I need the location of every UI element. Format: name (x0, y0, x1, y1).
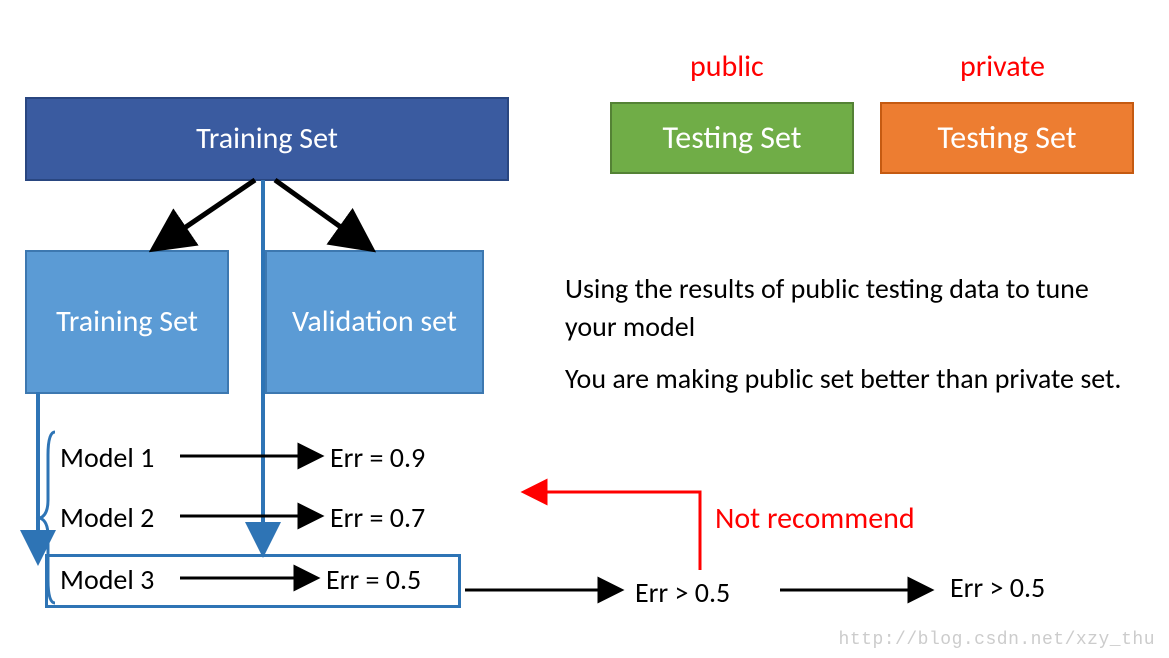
training-set-main-box: Training Set (25, 97, 509, 181)
validation-set-box: Validation set (265, 250, 484, 394)
model-1-label: Model 1 (60, 440, 154, 475)
body-text-1: Using the results of public testing data… (565, 270, 1125, 346)
arrow-split-left-icon (155, 180, 255, 248)
public-label: public (690, 48, 764, 85)
model-2-label: Model 2 (60, 500, 154, 535)
arrow-split-right-icon (275, 180, 370, 248)
training-set-sub-box: Training Set (25, 250, 229, 394)
private-label: private (960, 48, 1045, 85)
testing-set-private-box: Testing Set (880, 102, 1134, 174)
selected-model-outline (45, 554, 461, 608)
err-private-label: Err > 0.5 (950, 570, 1045, 605)
err-2-label: Err = 0.7 (330, 500, 425, 535)
err-public-label: Err > 0.5 (635, 575, 730, 610)
err-1-label: Err = 0.9 (330, 440, 425, 475)
testing-set-public-box: Testing Set (610, 102, 854, 174)
body-text-2: You are making public set better than pr… (565, 360, 1125, 398)
not-recommend-label: Not recommend (715, 500, 915, 537)
arrow-feedback-icon (525, 492, 700, 570)
watermark: http://blog.csdn.net/xzy_thu (839, 630, 1155, 650)
